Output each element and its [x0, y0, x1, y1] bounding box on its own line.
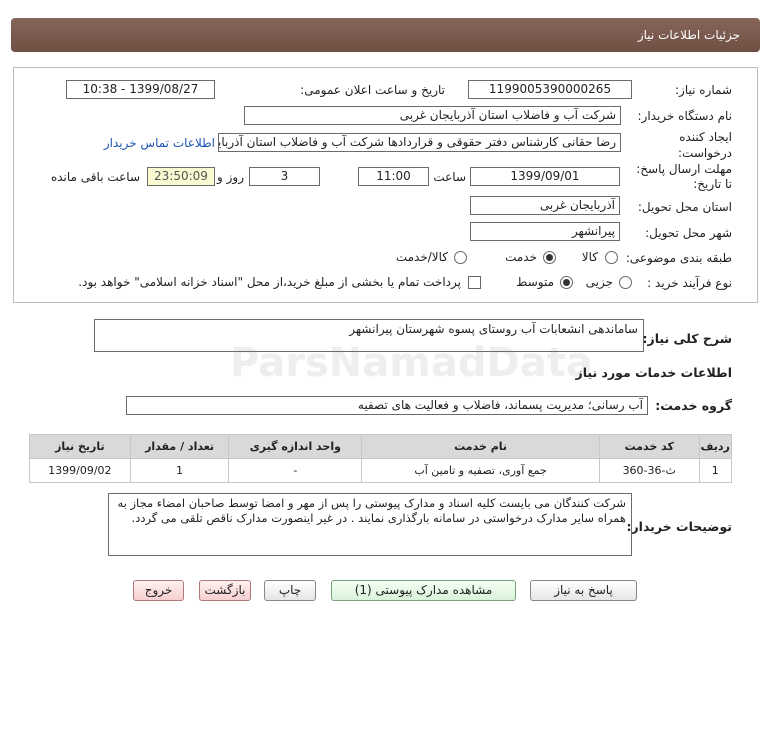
buyer-org-field: شرکت آب و فاضلاب استان آذربایجان غربی [244, 106, 621, 125]
category-radio-goods[interactable] [605, 251, 618, 264]
city-field: پیرانشهر [470, 222, 620, 241]
services-table: ردیف کد خدمت نام خدمت واحد اندازه گیری ت… [29, 434, 733, 483]
creator-label-1: ایجاد کننده [679, 130, 732, 144]
cell-need-date: 1399/09/02 [29, 458, 131, 483]
col-need-date: تاریخ نیاز [29, 434, 131, 459]
attachments-button[interactable]: مشاهده مدارک پیوستی (1) [331, 580, 516, 601]
announce-date-label: تاریخ و ساعت اعلان عمومی: [300, 83, 445, 97]
process-type-label: نوع فرآیند خرید : [647, 276, 732, 290]
table-header-row: ردیف کد خدمت نام خدمت واحد اندازه گیری ت… [29, 434, 733, 459]
category-option-goods-service: کالا/خدمت [395, 250, 448, 264]
need-number-field: 1199005390000265 [468, 80, 632, 99]
cell-service-code: ث-36-360 [598, 458, 700, 483]
service-group-field: آب رسانی؛ مدیریت پسماند، فاضلاب و فعالیت… [126, 396, 648, 415]
cell-unit: - [228, 458, 363, 483]
services-section-title: اطلاعات خدمات مورد نیاز [575, 365, 733, 380]
page-title-bar: جزئیات اطلاعات نیاز [11, 18, 760, 52]
creator-field: رضا حقانی کارشناس دفتر حقوقی و قراردادها… [218, 133, 621, 152]
col-row-number: ردیف [698, 434, 733, 459]
buyer-org-label: نام دستگاه خریدار: [637, 109, 733, 123]
category-label: طبقه بندی موضوعی: [625, 251, 732, 265]
summary-label: شرح کلی نیاز: [642, 331, 732, 346]
deadline-time-label: ساعت [433, 170, 466, 184]
col-quantity: تعداد / مقدار [129, 434, 230, 459]
remaining-time-label: ساعت باقی مانده [50, 170, 140, 184]
city-label: شهر محل تحویل: [645, 226, 732, 240]
cell-row-number: 1 [698, 458, 733, 483]
deadline-label-2: تا تاریخ: [693, 177, 732, 191]
cell-service-name: جمع آوری، تصفیه و تامین آب [361, 458, 600, 483]
province-field: آذربایجان غربی [470, 196, 620, 215]
process-radio-medium[interactable] [560, 276, 573, 289]
remaining-time-field: 23:50:09 [147, 167, 215, 186]
col-service-code: کد خدمت [598, 434, 700, 459]
category-option-goods: کالا [581, 250, 598, 264]
col-unit: واحد اندازه گیری [228, 434, 363, 459]
back-button[interactable]: بازگشت [199, 580, 251, 601]
announce-date-field: 1399/08/27 - 10:38 [66, 80, 215, 99]
days-label: روز و [217, 170, 244, 184]
cell-quantity: 1 [129, 458, 230, 483]
category-radio-goods-service[interactable] [454, 251, 467, 264]
buyer-notes-field: شرکت کنندگان می بایست کلیه اسناد و مدارک… [108, 493, 632, 556]
province-label: استان محل تحویل: [637, 200, 732, 214]
deadline-date-field: 1399/09/01 [470, 167, 620, 186]
creator-label-2: درخواست: [678, 146, 732, 160]
treasury-payment-checkbox[interactable] [468, 276, 481, 289]
col-service-name: نام خدمت [361, 434, 600, 459]
days-remaining-field: 3 [249, 167, 320, 186]
category-radio-service[interactable] [543, 251, 556, 264]
service-group-label: گروه خدمت: [655, 398, 732, 413]
treasury-payment-note: پرداخت تمام یا بخشی از مبلغ خرید،از محل … [78, 275, 461, 289]
deadline-label-1: مهلت ارسال پاسخ: [636, 162, 732, 176]
buyer-notes-label: توضیحات خریدار: [626, 519, 732, 534]
process-radio-minor[interactable] [619, 276, 632, 289]
table-row: 1 ث-36-360 جمع آوری، تصفیه و تامین آب - … [29, 458, 733, 483]
category-option-service: خدمت [505, 250, 537, 264]
process-option-medium: متوسط [516, 275, 554, 289]
reply-button[interactable]: پاسخ به نیاز [530, 580, 637, 601]
deadline-time-field: 11:00 [358, 167, 429, 186]
page-title: جزئیات اطلاعات نیاز [637, 28, 740, 42]
process-option-minor: جزیی [585, 275, 613, 289]
need-number-label: شماره نیاز: [675, 83, 732, 97]
buyer-contact-link[interactable]: اطلاعات تماس خریدار [104, 136, 215, 150]
exit-button[interactable]: خروج [133, 580, 184, 601]
summary-field: ساماندهی انشعابات آب روستای پسوه شهرستان… [94, 319, 644, 352]
print-button[interactable]: چاپ [264, 580, 316, 601]
